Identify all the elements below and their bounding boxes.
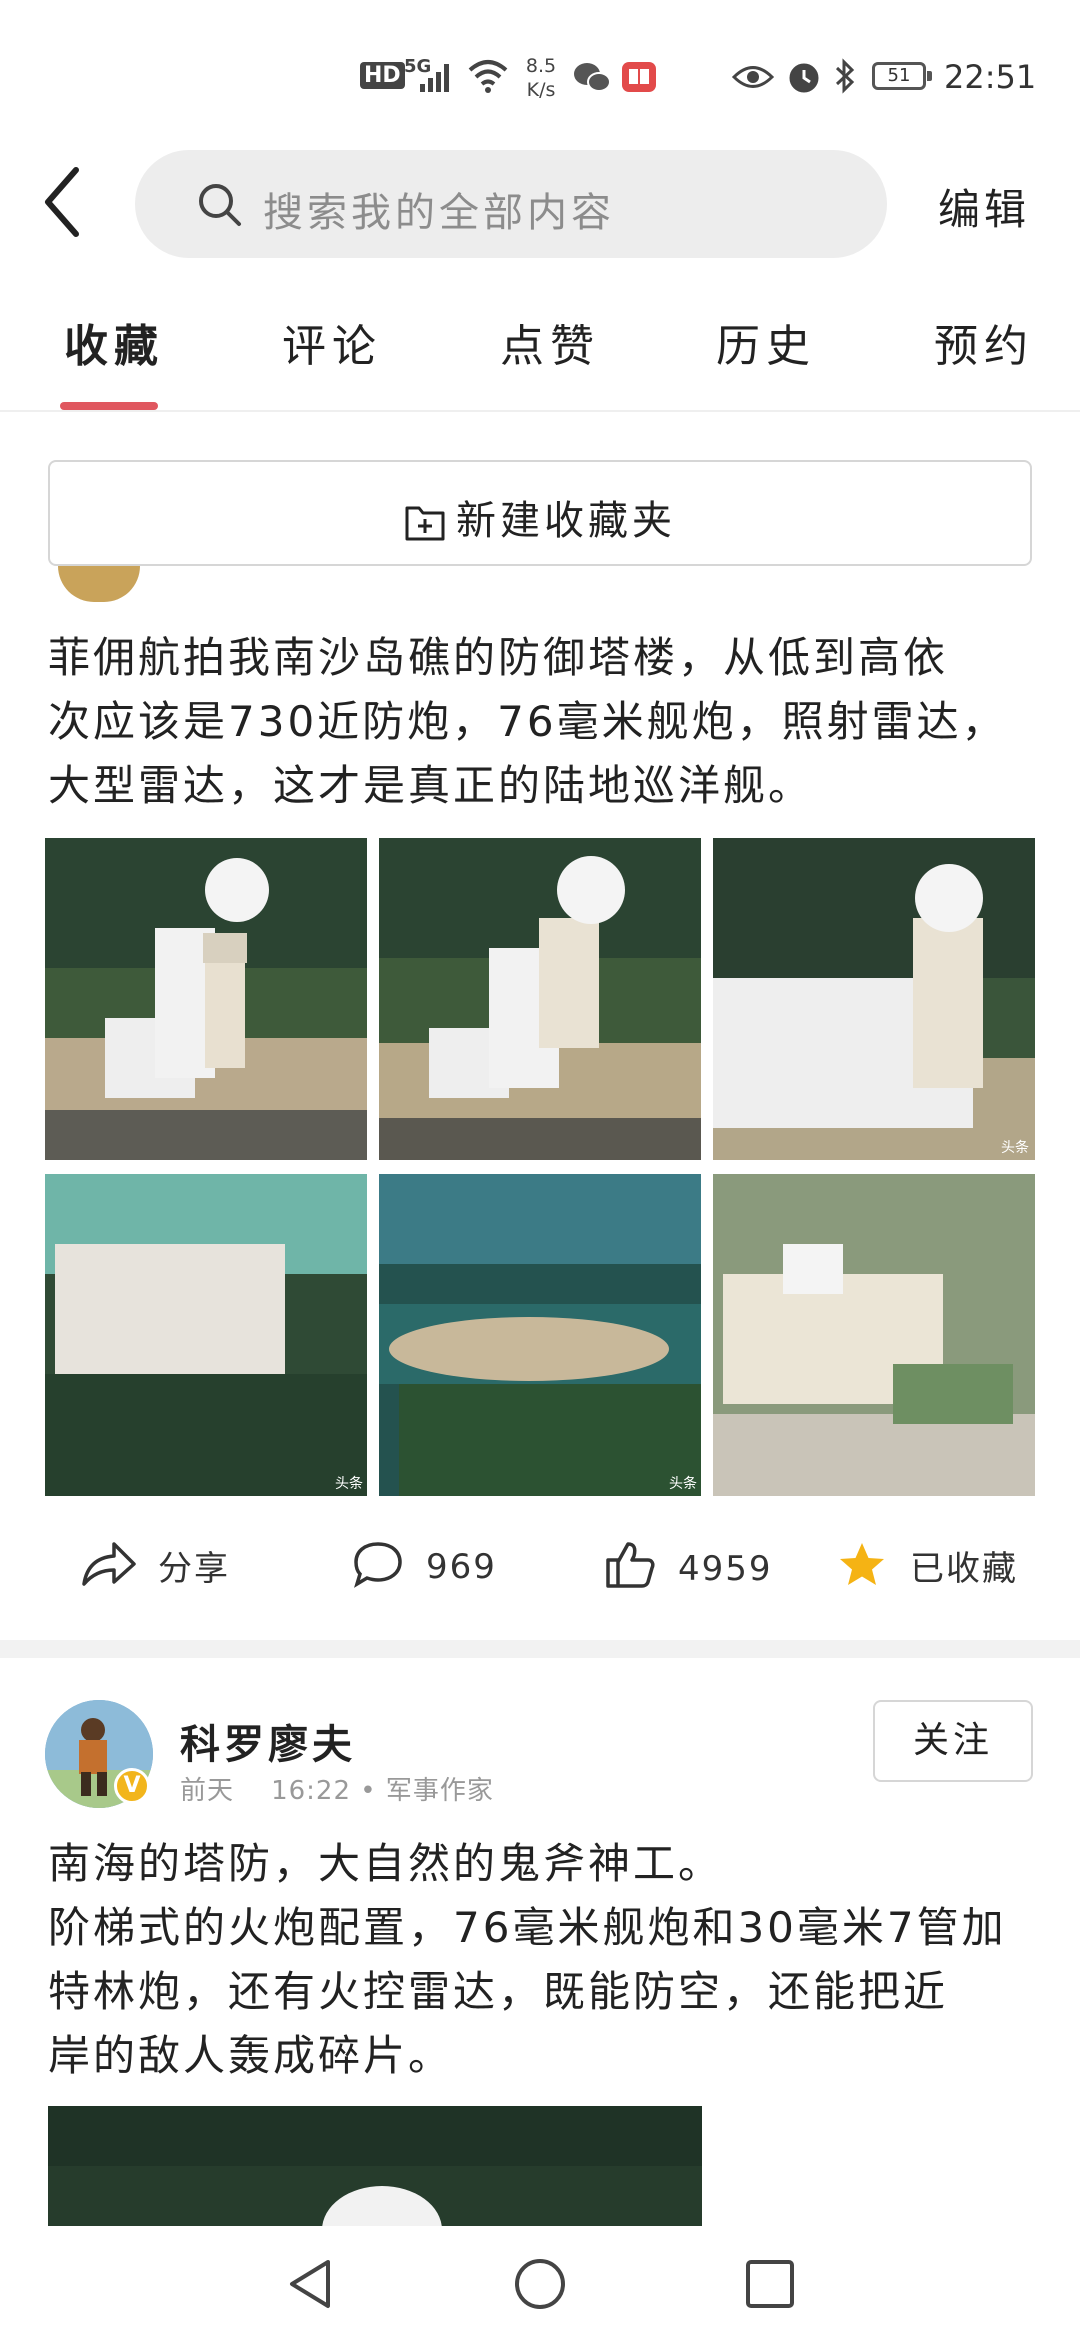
post-action-bar: 分享 969 4959 已收藏: [0, 1520, 1080, 1610]
post-meta-clipped: [178, 566, 338, 594]
favorited-label: 已收藏: [910, 1549, 1018, 1589]
tab-likes[interactable]: 点赞: [500, 310, 600, 374]
post-image-4[interactable]: 头条: [45, 1174, 367, 1496]
post-image-5[interactable]: 头条: [379, 1174, 701, 1496]
back-nav-icon[interactable]: [282, 2256, 338, 2312]
net-speed: 8.5 K/s: [525, 55, 557, 101]
share-button[interactable]: 分享: [80, 1540, 230, 1590]
tab-reservations[interactable]: 预约: [934, 310, 1034, 374]
search-icon: [199, 184, 241, 226]
comment-icon: [354, 1542, 402, 1588]
signal-icon: [420, 64, 449, 92]
tab-bar: 收藏 评论 点赞 历史 预约: [0, 310, 1080, 410]
post-text[interactable]: 南海的塔防，大自然的鬼斧神工。 阶梯式的火炮配置，76毫米舰炮和30毫米7管加 …: [48, 1832, 1038, 2088]
battery-indicator: 51: [872, 62, 932, 90]
like-count: 4959: [678, 1549, 773, 1589]
post-text[interactable]: 菲佣航拍我南沙岛礁的防御塔楼，从低到高依 次应该是730近防炮，76毫米舰炮，照…: [48, 626, 1038, 818]
star-icon: [840, 1543, 884, 1585]
back-arrow-icon[interactable]: [34, 162, 94, 242]
svg-text:头条: 头条: [669, 1475, 697, 1492]
search-input[interactable]: 搜索我的全部内容: [135, 150, 887, 258]
svg-text:头条: 头条: [1001, 1139, 1029, 1156]
thumbs-up-icon: [606, 1542, 655, 1588]
hd-indicator: HD: [360, 62, 405, 89]
edit-button[interactable]: 编辑: [938, 176, 1030, 237]
tab-favorites[interactable]: 收藏: [64, 310, 164, 374]
alarm-icon: [789, 63, 819, 93]
divider: [0, 410, 1080, 412]
verified-badge: V: [114, 1768, 150, 1804]
section-separator: [0, 1640, 1080, 1658]
active-tab-indicator: [60, 402, 158, 410]
clock: 22:51: [944, 58, 1037, 96]
share-label: 分享: [158, 1549, 230, 1589]
new-folder-button[interactable]: 新建收藏夹: [48, 460, 1032, 566]
svg-text:头条: 头条: [335, 1475, 363, 1492]
like-button[interactable]: 4959: [604, 1540, 773, 1590]
folder-add-icon: [405, 506, 445, 541]
status-bar: HD 5G 8.5 K/s 51 22:51: [0, 0, 1080, 150]
recents-nav-icon[interactable]: [742, 2256, 798, 2312]
post-image-6[interactable]: [713, 1174, 1035, 1496]
wechat-icon: [574, 63, 611, 92]
search-placeholder: 搜索我的全部内容: [263, 190, 615, 236]
image-grid: 头条 头条 头条: [45, 838, 1035, 1496]
post-meta: 前天 16:22 • 军事作家: [180, 1776, 494, 1806]
share-icon: [82, 1542, 136, 1586]
post-image-1[interactable]: [45, 838, 367, 1160]
wifi-icon: [468, 60, 508, 93]
book-app-icon: [622, 62, 656, 92]
system-nav-bar: [0, 2226, 1080, 2340]
eye-comfort-icon: [732, 66, 774, 88]
post-image[interactable]: [48, 2106, 702, 2230]
tab-comments[interactable]: 评论: [282, 310, 382, 374]
comment-button[interactable]: 969: [352, 1540, 497, 1588]
author-name[interactable]: 科罗廖夫: [180, 1712, 356, 1770]
bluetooth-icon: [835, 58, 855, 94]
post-image-2[interactable]: [379, 838, 701, 1160]
avatar[interactable]: [58, 566, 140, 602]
favorite-button[interactable]: 已收藏: [836, 1540, 1018, 1590]
post-image-3[interactable]: 头条: [713, 838, 1035, 1160]
comment-count: 969: [426, 1547, 497, 1587]
tab-history[interactable]: 历史: [716, 310, 816, 374]
home-nav-icon[interactable]: [512, 2256, 568, 2312]
follow-button[interactable]: 关注: [873, 1700, 1033, 1782]
new-folder-label: 新建收藏夹: [456, 498, 676, 544]
